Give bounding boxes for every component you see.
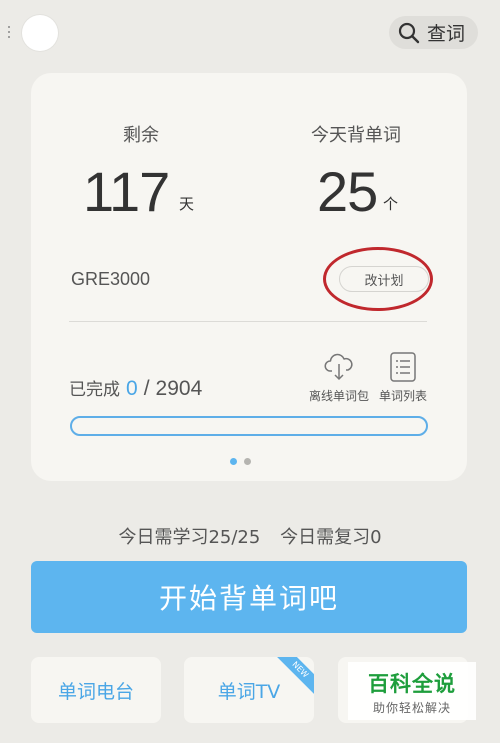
watermark-subtitle: 助你轻松解决 xyxy=(372,701,451,715)
today-words-value: 25 xyxy=(317,160,378,223)
search-button[interactable]: 查词 xyxy=(389,16,478,49)
completed-progress-text: 已完成 0 / 2904 xyxy=(69,375,202,401)
completed-label: 已完成 xyxy=(69,380,120,400)
word-book-name: GRE3000 xyxy=(71,269,151,289)
overflow-menu-icon[interactable] xyxy=(8,26,12,40)
offline-pack-label: 离线单词包 xyxy=(308,389,369,403)
annotation-circle xyxy=(323,247,433,311)
progress-bar xyxy=(70,416,428,436)
today-summary: 今日需学习25/25 今日需复习0 xyxy=(0,523,500,549)
new-badge: NEW xyxy=(275,657,314,695)
avatar[interactable] xyxy=(22,15,58,51)
count-separator: / xyxy=(143,377,150,400)
word-list-label: 单词列表 xyxy=(378,389,427,403)
completed-count: 0 xyxy=(126,377,138,400)
today-words-label: 今天背单词 xyxy=(311,125,401,146)
total-words: 2904 xyxy=(155,377,203,400)
days-unit: 天 xyxy=(179,195,195,213)
word-radio-tile[interactable]: 单词电台 xyxy=(31,657,161,723)
today-learn-text: 今日需学习25/25 xyxy=(118,527,261,548)
words-unit: 个 xyxy=(383,195,399,213)
today-review-text: 今日需复习0 xyxy=(280,527,382,548)
offline-pack-button[interactable]: 离线单词包 xyxy=(307,351,371,404)
page-dot[interactable] xyxy=(230,458,237,465)
page-indicator[interactable] xyxy=(230,458,258,465)
cloud-download-icon xyxy=(324,353,353,381)
search-label: 查词 xyxy=(427,23,466,45)
page-dot[interactable] xyxy=(244,458,251,465)
start-learning-button[interactable]: 开始背单词吧 xyxy=(31,561,467,633)
divider xyxy=(69,321,427,322)
study-plan-card: 剩余 今天背单词 117 天 25 个 GRE3000 改计划 已完成 0 / … xyxy=(31,73,467,481)
watermark-overlay: 百科全说 助你轻松解决 xyxy=(348,662,476,720)
word-tv-tile[interactable]: 单词TV NEW xyxy=(184,657,314,723)
remaining-days-value: 117 xyxy=(83,160,170,223)
word-tv-label: 单词TV xyxy=(217,680,281,703)
remaining-label: 剩余 xyxy=(123,125,159,146)
list-icon xyxy=(390,352,416,382)
word-radio-label: 单词电台 xyxy=(57,680,134,703)
word-list-button[interactable]: 单词列表 xyxy=(375,351,431,404)
top-bar: 查词 xyxy=(0,0,500,66)
watermark-title: 百科全说 xyxy=(368,672,456,696)
search-icon xyxy=(398,22,420,43)
